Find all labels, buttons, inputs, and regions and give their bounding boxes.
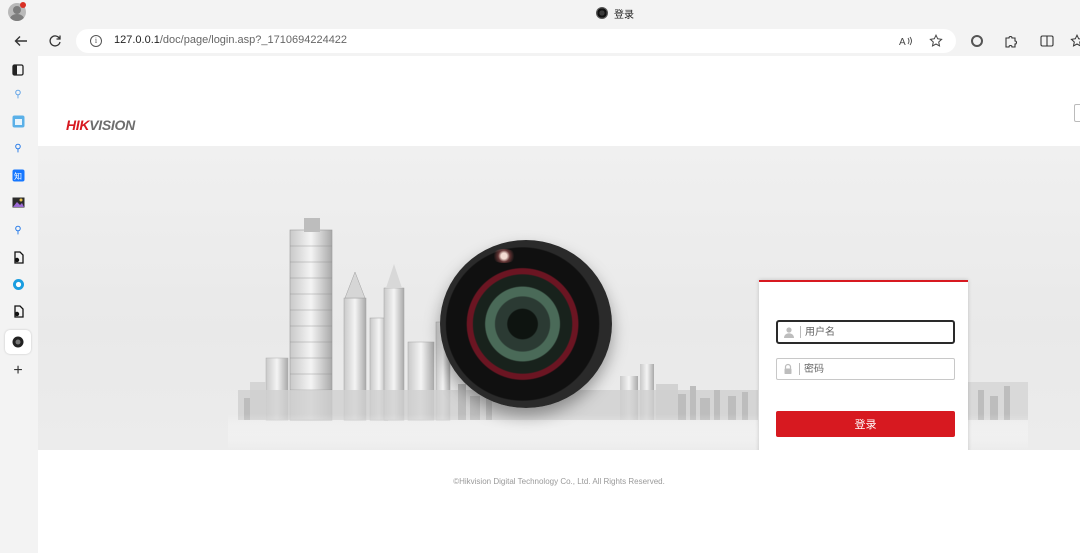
lens-glint — [491, 249, 517, 263]
reload-button[interactable] — [44, 30, 66, 52]
login-page: HIKVISION 用户名 登录 ©Hikvision Digital Tech… — [38, 56, 1080, 553]
camera-lens-illustration — [440, 240, 612, 408]
field-separator — [800, 326, 801, 338]
back-button[interactable] — [10, 30, 32, 52]
favorite-star-icon[interactable] — [927, 32, 945, 50]
camera-favicon-icon — [596, 7, 608, 19]
language-select[interactable] — [1074, 104, 1080, 122]
split-screen-icon[interactable] — [1036, 30, 1058, 52]
plus-icon[interactable]: + — [9, 362, 27, 380]
window-title-text: 登录 — [614, 9, 634, 21]
search-icon[interactable]: ⚲ — [9, 139, 27, 157]
username-input[interactable] — [805, 324, 945, 340]
login-button[interactable]: 登录 — [776, 411, 955, 437]
browser-sidebar: ⚲ ⚲ 知 ⚲ + — [0, 56, 38, 553]
lock-icon — [784, 363, 792, 374]
tab-actions-icon[interactable] — [9, 61, 27, 79]
login-panel: 登录 — [759, 280, 968, 450]
info-icon[interactable]: i — [90, 35, 102, 47]
camera-tab-icon[interactable] — [9, 333, 27, 351]
browser-essentials-icon[interactable] — [966, 30, 988, 52]
image-app-icon[interactable] — [9, 193, 27, 211]
field-separator — [799, 363, 800, 375]
app-gear-icon[interactable] — [9, 302, 27, 320]
app-gear-icon[interactable] — [9, 248, 27, 266]
browser-toolbar: i 127.0.0.1/doc/page/login.asp?_17106942… — [0, 26, 1080, 56]
ring-app-icon[interactable] — [9, 275, 27, 293]
logo-red-text: HIK — [66, 117, 90, 133]
password-input[interactable] — [804, 361, 944, 377]
zhihu-app-icon[interactable]: 知 — [9, 166, 27, 184]
svg-text:A: A — [899, 37, 906, 47]
svg-text:知: 知 — [14, 171, 22, 181]
hikvision-logo: HIKVISION — [66, 117, 135, 133]
notification-dot — [20, 2, 26, 8]
url-path: /doc/page/login.asp?_1710694224422 — [159, 34, 348, 46]
title-bar: 登录 — [0, 0, 1080, 26]
reload-icon — [49, 35, 61, 47]
address-bar[interactable]: i 127.0.0.1/doc/page/login.asp?_17106942… — [76, 29, 956, 53]
calendar-app-icon[interactable] — [9, 112, 27, 130]
copyright-text: ©Hikvision Digital Technology Co., Ltd. … — [453, 477, 665, 486]
window-title: 登录 — [596, 5, 634, 21]
extensions-puzzle-icon[interactable] — [1000, 30, 1022, 52]
arrow-left-icon — [14, 36, 27, 46]
search-icon[interactable]: ⚲ — [9, 221, 27, 239]
url-text[interactable]: 127.0.0.1/doc/page/login.asp?_1710694224… — [114, 34, 347, 46]
url-host: 127.0.0.1 — [114, 34, 160, 46]
search-icon[interactable]: ⚲ — [9, 85, 27, 103]
user-icon — [784, 327, 794, 338]
username-field[interactable] — [776, 320, 955, 344]
banner: 登录 — [38, 146, 1080, 450]
favorites-bar-icon[interactable] — [1066, 30, 1080, 52]
logo-grey-text: VISION — [89, 117, 135, 133]
read-aloud-icon[interactable]: A — [897, 32, 915, 50]
password-field[interactable] — [776, 358, 955, 380]
